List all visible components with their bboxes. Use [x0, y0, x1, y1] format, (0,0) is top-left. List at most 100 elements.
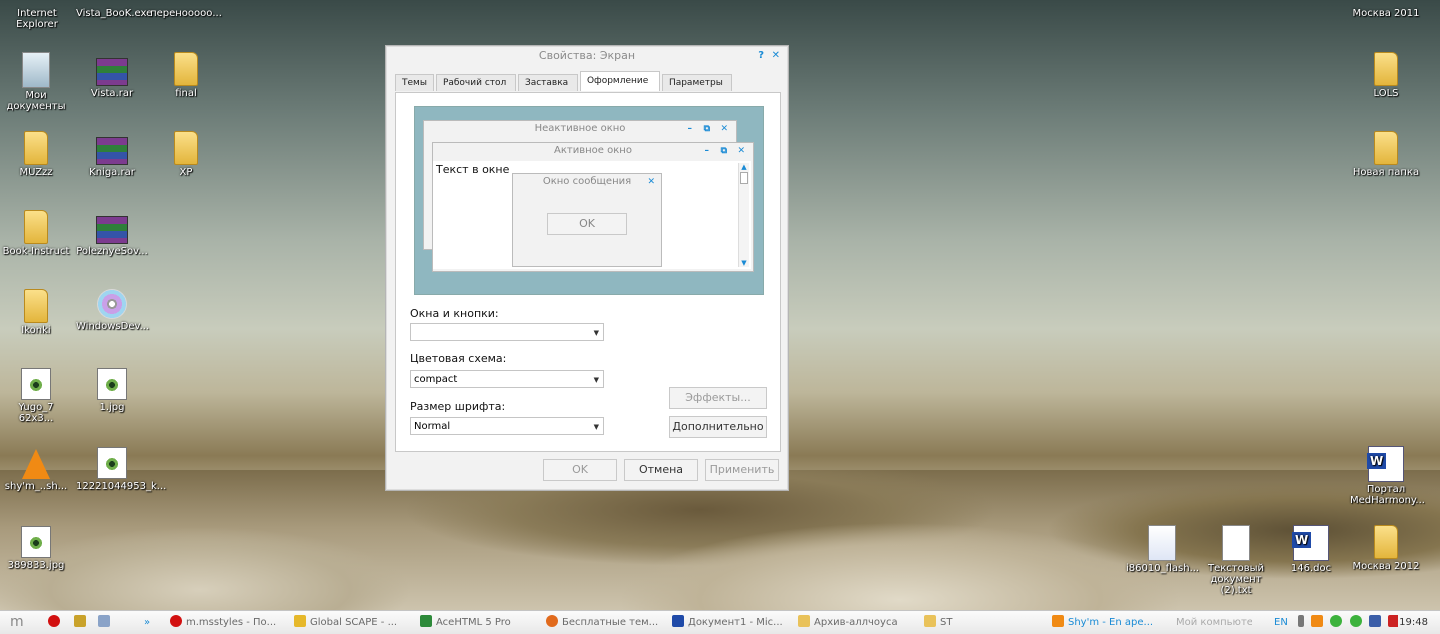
- font-size-select[interactable]: Normal ▼: [410, 417, 604, 435]
- desktop-icon-146-doc[interactable]: 146.doc: [1275, 525, 1347, 574]
- task-opera[interactable]: m.msstyles - По...: [170, 614, 288, 631]
- desktop-icon-internet-explorer[interactable]: Internet Explorer: [1, 0, 73, 30]
- tab-desktop[interactable]: Рабочий стол: [435, 74, 516, 91]
- icon-label: WindowsDev...: [76, 321, 150, 332]
- chevron-down-icon: ▼: [593, 329, 599, 337]
- scroll-thumb: [740, 172, 748, 184]
- desktop-icon-vista-rar[interactable]: Vista.rar: [76, 52, 148, 99]
- advanced-button[interactable]: Дополнительно: [669, 416, 767, 438]
- quicklaunch-opera-icon[interactable]: [48, 614, 64, 631]
- rar-archive-icon: [96, 137, 128, 165]
- language-indicator[interactable]: EN: [1274, 614, 1288, 631]
- desktop-icon-ikonki[interactable]: Ikonki: [0, 289, 72, 336]
- tab-screensaver[interactable]: Заставка: [517, 74, 578, 91]
- desktop-icon-lols[interactable]: LOLS: [1350, 52, 1422, 99]
- tray-arrow-icon[interactable]: [1298, 615, 1304, 627]
- desktop-icon-perenos[interactable]: перенооооо...: [150, 0, 222, 19]
- chevron-down-icon: ▼: [593, 376, 599, 384]
- task-firefox[interactable]: Бесплатные тем...: [546, 614, 662, 631]
- dialog-titlebar[interactable]: Свойства: Экран ? ✕: [386, 46, 788, 66]
- desktop-icon-windows-dev[interactable]: WindowsDev...: [76, 289, 150, 332]
- scroll-down-icon: ▼: [741, 259, 747, 267]
- active-window-title: Активное окно: [554, 145, 632, 156]
- icon-label: Москва 2011: [1352, 8, 1420, 19]
- help-button[interactable]: ?: [758, 46, 764, 66]
- desktop-icon-new-folder[interactable]: Новая папка: [1350, 131, 1422, 178]
- globalscape-icon: [294, 615, 306, 627]
- rar-archive-icon: [96, 58, 128, 86]
- chevron-down-icon: ▼: [593, 423, 599, 431]
- restore-icon: ⧉: [703, 124, 710, 134]
- desktop-icon-flash[interactable]: i86010_flash...: [1126, 525, 1200, 574]
- icon-label: MUZzz: [19, 167, 53, 178]
- desktop-icon-text-doc[interactable]: Текстовый документ (2).txt: [1200, 525, 1272, 596]
- color-scheme-select[interactable]: compact ▼: [410, 370, 604, 388]
- preview-message-box: Окно сообщения ✕ OK: [512, 173, 662, 267]
- icon-label: Мои документы: [6, 90, 66, 112]
- icon-label: перенооооо...: [150, 8, 222, 19]
- desktop-icon-yugo[interactable]: Yugo_7 62x3...: [0, 368, 72, 424]
- desktop-icon-vista-book[interactable]: Vista_BooK.exe: [76, 0, 153, 19]
- desktop-icon-shym[interactable]: shy'm_..sh...: [0, 447, 72, 492]
- folder-icon: [24, 131, 48, 165]
- ok-button[interactable]: OK: [543, 459, 617, 481]
- desktop-icon-book-instruct[interactable]: Book-Instruct: [0, 210, 72, 257]
- word-document-icon: [1292, 525, 1329, 561]
- effects-button[interactable]: Эффекты...: [669, 387, 767, 409]
- image-file-icon: [21, 526, 51, 558]
- tray-clover-icon[interactable]: [1349, 615, 1362, 627]
- task-folder-st[interactable]: ST: [924, 614, 1034, 631]
- scroll-up-icon: ▲: [741, 163, 747, 171]
- desktop-icon-kniga-rar[interactable]: Kniga.rar: [76, 131, 148, 178]
- task-folder-archive[interactable]: Архив-аллчоуса: [798, 614, 914, 631]
- task-word[interactable]: Документ1 - Mic...: [672, 614, 788, 631]
- desktop-icon-portal-medharmony[interactable]: Портал MedHarmony...: [1350, 446, 1425, 506]
- desktop-icon-moskva-2011[interactable]: Москва 2011: [1350, 0, 1422, 19]
- folder-icon: [174, 131, 198, 165]
- windows-buttons-select[interactable]: ▼: [410, 323, 604, 341]
- tray-icq-icon[interactable]: [1330, 615, 1343, 627]
- taskbar-clock[interactable]: 19:48: [1399, 614, 1428, 631]
- desktop-icon-12221[interactable]: 12221044953_k...: [76, 447, 166, 492]
- icon-label: Vista_BooK.exe: [76, 8, 153, 19]
- quicklaunch-app-icon[interactable]: [74, 614, 90, 631]
- desktop-icon-389833[interactable]: 389833.jpg: [0, 526, 72, 571]
- close-button[interactable]: ✕: [772, 46, 780, 66]
- desktop-icon-1-jpg[interactable]: 1.jpg: [76, 368, 148, 413]
- tab-settings[interactable]: Параметры: [661, 74, 732, 91]
- preview-scrollbar: ▲ ▼: [738, 163, 749, 267]
- desktop-icon-moskva-2012[interactable]: Москва 2012: [1350, 525, 1422, 572]
- tray-antivirus-icon[interactable]: [1387, 615, 1398, 627]
- quicklaunch-more-icon[interactable]: »: [144, 614, 150, 631]
- icon-label: i86010_flash...: [1126, 563, 1200, 574]
- tray-vlc-icon[interactable]: [1311, 615, 1324, 627]
- icon-label: LOLS: [1373, 88, 1399, 99]
- task-acehtml[interactable]: AceHTML 5 Pro: [420, 614, 536, 631]
- desktop-icon-final[interactable]: final: [150, 52, 222, 99]
- desktop-icon-muzzz[interactable]: MUZzz: [0, 131, 72, 178]
- image-file-icon: [97, 368, 127, 400]
- close-icon: ✕: [647, 177, 655, 187]
- windows-buttons-label: Окна и кнопки:: [410, 307, 499, 320]
- desktop-icon-poleznye-sovety[interactable]: PoleznyeSov...: [76, 210, 148, 257]
- image-file-icon: [21, 368, 51, 400]
- vlc-cone-icon: [1052, 615, 1064, 627]
- cancel-button[interactable]: Отмена: [624, 459, 698, 481]
- icon-label: final: [175, 88, 197, 99]
- tab-appearance[interactable]: Оформление: [579, 71, 660, 91]
- appearance-preview: Неактивное окно – ⧉ ✕ Активное окно – ⧉ …: [414, 106, 764, 295]
- inactive-window-titlebar: Неактивное окно – ⧉ ✕: [424, 121, 736, 137]
- task-vlc[interactable]: Shy'm - En ape...: [1052, 614, 1162, 631]
- task-my-computer[interactable]: Мой компьютер: [1176, 614, 1252, 631]
- icon-label: 1.jpg: [99, 402, 125, 413]
- task-globalscape[interactable]: Global SCAPE - ...: [294, 614, 410, 631]
- desktop-icon-my-documents[interactable]: Мои документы: [0, 52, 72, 112]
- tray-network-icon[interactable]: [1368, 615, 1381, 627]
- start-button[interactable]: m: [10, 614, 24, 631]
- quicklaunch-calculator-icon[interactable]: [98, 614, 114, 631]
- vlc-cone-icon: [22, 449, 50, 479]
- desktop-icon-xp[interactable]: XP: [150, 131, 222, 178]
- tab-themes[interactable]: Темы: [395, 74, 434, 91]
- apply-button[interactable]: Применить: [705, 459, 779, 481]
- folder-icon: [169, 0, 203, 6]
